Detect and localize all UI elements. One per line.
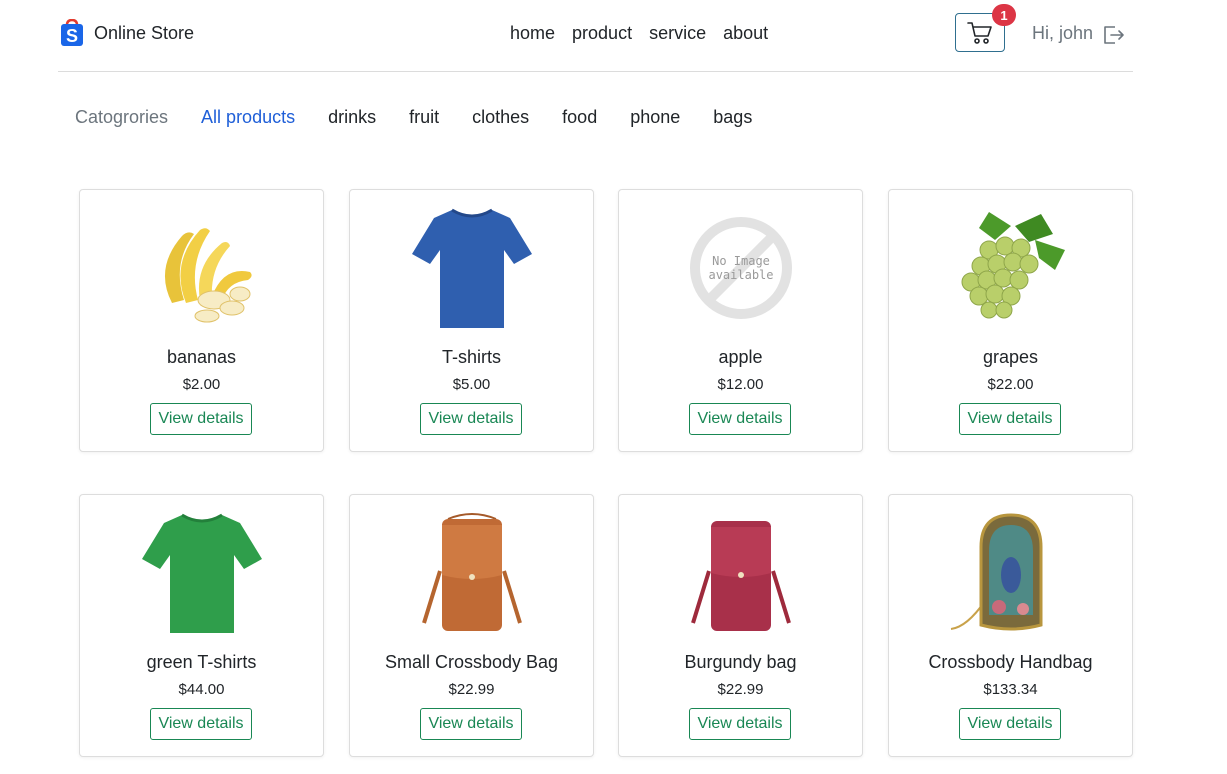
nav-about[interactable]: about <box>723 23 768 44</box>
product-card: No Image available apple $12.00 View det… <box>618 189 863 452</box>
product-price: $12.00 <box>717 376 764 393</box>
product-image <box>80 511 323 635</box>
product-price: $22.00 <box>987 376 1034 393</box>
nav-home[interactable]: home <box>510 23 555 44</box>
product-name: Burgundy bag <box>684 652 797 672</box>
product-card: grapes $22.00 View details <box>888 189 1133 452</box>
nav-service[interactable]: service <box>649 23 706 44</box>
product-card: Burgundy bag $22.99 View details <box>618 494 863 757</box>
product-card: bananas $2.00 View details <box>79 189 324 452</box>
main-nav: home product service about <box>510 23 785 44</box>
logout-icon[interactable] <box>1102 24 1126 46</box>
product-card: T-shirts $5.00 View details <box>349 189 594 452</box>
product-name: bananas <box>166 347 237 367</box>
top-navbar: S Online Store home product service abou… <box>58 0 1133 72</box>
blue-tshirt-image <box>411 208 532 328</box>
product-name: Crossbody Handbag <box>928 652 1093 672</box>
category-fruit[interactable]: fruit <box>409 107 439 128</box>
burgundy-bag-image <box>690 521 791 631</box>
product-card: Crossbody Handbag $133.34 View details <box>888 494 1133 757</box>
category-filter-bar: Catogrories All products drinks fruit cl… <box>75 107 785 128</box>
no-image-text-line-1: No Image <box>712 254 770 268</box>
cart-count-badge: 1 <box>992 4 1016 26</box>
product-name: grapes <box>982 347 1039 367</box>
product-price: $2.00 <box>182 376 221 393</box>
product-card: Small Crossbody Bag $22.99 View details <box>349 494 594 757</box>
no-image-text-line-2: available <box>708 268 773 282</box>
product-image <box>889 511 1132 635</box>
product-name: green T-shirts <box>146 652 257 672</box>
product-name: T-shirts <box>441 347 501 367</box>
category-drinks[interactable]: drinks <box>328 107 376 128</box>
product-price: $44.00 <box>178 681 225 698</box>
product-image <box>619 511 862 635</box>
cart-button[interactable]: 1 <box>955 4 1016 52</box>
view-details-button[interactable]: View details <box>420 708 522 740</box>
product-card: green T-shirts $44.00 View details <box>79 494 324 757</box>
user-greeting[interactable]: Hi, john <box>1032 23 1093 44</box>
product-price: $133.34 <box>983 681 1038 698</box>
product-price: $22.99 <box>717 681 764 698</box>
category-all-products[interactable]: All products <box>201 107 295 128</box>
view-details-button[interactable]: View details <box>959 403 1061 435</box>
product-image <box>350 511 593 635</box>
bananas-image <box>164 228 252 323</box>
brand-name: Online Store <box>94 22 195 43</box>
view-details-button[interactable]: View details <box>689 708 791 740</box>
product-price: $22.99 <box>448 681 495 698</box>
product-image <box>80 206 323 330</box>
category-phone[interactable]: phone <box>630 107 680 128</box>
product-price: $5.00 <box>452 376 491 393</box>
cart-icon <box>967 21 992 44</box>
category-bags[interactable]: bags <box>713 107 752 128</box>
view-details-button[interactable]: View details <box>689 403 791 435</box>
nav-product[interactable]: product <box>572 23 632 44</box>
brown-bag-image <box>421 513 522 631</box>
embroidered-handbag-image <box>950 513 1042 631</box>
no-image-placeholder-icon: No Image available <box>689 217 792 319</box>
view-details-button[interactable]: View details <box>959 708 1061 740</box>
green-tshirt-image <box>141 513 262 633</box>
brand-link[interactable]: S Online Store <box>60 19 194 47</box>
view-details-button[interactable]: View details <box>150 403 252 435</box>
category-clothes[interactable]: clothes <box>472 107 529 128</box>
grapes-image <box>961 212 1065 319</box>
categories-label: Catogrories <box>75 107 169 127</box>
svg-text:S: S <box>66 26 78 46</box>
store-logo-icon: S <box>61 19 83 46</box>
view-details-button[interactable]: View details <box>150 708 252 740</box>
product-name: Small Crossbody Bag <box>384 652 559 672</box>
product-name: apple <box>718 347 763 367</box>
category-food[interactable]: food <box>562 107 597 128</box>
product-image <box>889 206 1132 330</box>
product-image <box>350 206 593 330</box>
product-image: No Image available <box>619 206 862 330</box>
view-details-button[interactable]: View details <box>420 403 522 435</box>
